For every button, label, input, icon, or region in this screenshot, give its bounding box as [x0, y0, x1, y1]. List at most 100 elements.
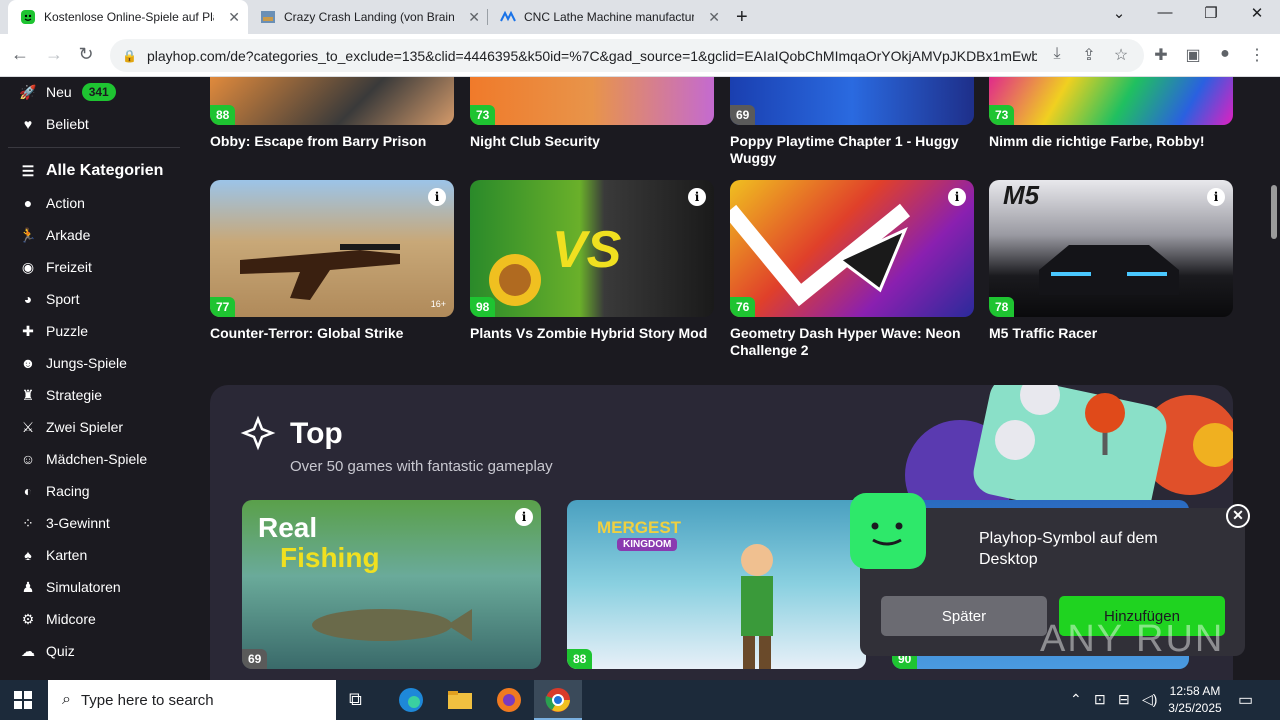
reload-icon[interactable]: ↻: [74, 44, 98, 65]
sidebar-item-quiz[interactable]: ☁ Quiz: [18, 639, 75, 663]
sidebar-item-arkade[interactable]: 🏃 Arkade: [18, 223, 90, 247]
close-tab-icon[interactable]: ✕: [468, 9, 480, 26]
sidebar-item-simulatoren[interactable]: ♟ Simulatoren: [18, 575, 121, 599]
search-placeholder: Type here to search: [80, 691, 214, 709]
extensions-icon[interactable]: ✚: [1150, 45, 1172, 65]
sidebar-item-neu[interactable]: 🚀 Neu 341: [18, 80, 116, 104]
tab-playhop[interactable]: Kostenlose Online-Spiele auf Pla ✕: [8, 0, 248, 34]
sidebar-item-label: Beliebt: [46, 116, 89, 132]
game-title[interactable]: Obby: Escape from Barry Prison: [210, 133, 450, 150]
sidebar-item-strategie[interactable]: ♜ Strategie: [18, 383, 102, 407]
sidebar-item-beliebt[interactable]: ♥ Beliebt: [18, 112, 89, 136]
url-text: playhop.com/de?categories_to_exclude=135…: [146, 47, 1037, 64]
sidebar-item-karten[interactable]: ♠ Karten: [18, 543, 87, 567]
close-popup-button[interactable]: ✕: [1226, 504, 1250, 528]
heart-icon: ♥: [23, 116, 33, 132]
top-game-card[interactable]: Real Fishing i 69: [242, 500, 541, 669]
sidebar-item-puzzle[interactable]: ✚ Puzzle: [18, 319, 88, 343]
game-thumb[interactable]: VS i 98: [470, 180, 714, 317]
tray-app-icon[interactable]: ⊡: [1094, 691, 1106, 708]
game-thumb[interactable]: 73: [470, 77, 714, 125]
minimize-button[interactable]: —: [1142, 4, 1188, 21]
game-thumb[interactable]: 69: [730, 77, 974, 125]
game-thumb[interactable]: M5 i 78: [989, 180, 1233, 317]
game-thumb[interactable]: i 16+ 77: [210, 180, 454, 317]
game-thumb[interactable]: 88: [210, 77, 454, 125]
taskbar-clock[interactable]: 12:58 AM 3/25/2025: [1166, 683, 1224, 717]
info-icon[interactable]: i: [948, 188, 966, 206]
edge-icon[interactable]: [397, 686, 425, 714]
firefox-icon[interactable]: [495, 686, 523, 714]
game-title[interactable]: Counter-Terror: Global Strike: [210, 325, 450, 342]
info-icon[interactable]: i: [688, 188, 706, 206]
elf-character-illustration: [741, 544, 773, 669]
game-title[interactable]: Nimm die richtige Farbe, Robby!: [989, 133, 1229, 150]
bookmark-star-icon[interactable]: ☆: [1110, 45, 1132, 65]
page-scrollbar[interactable]: [1268, 77, 1280, 680]
side-panel-icon[interactable]: ▣: [1182, 45, 1204, 65]
sidebar-item-racing[interactable]: ◐ Racing: [18, 479, 90, 503]
file-explorer-icon[interactable]: [446, 686, 474, 714]
share-icon[interactable]: ⇪: [1078, 45, 1100, 65]
game-title[interactable]: Geometry Dash Hyper Wave: Neon Challenge…: [730, 325, 970, 359]
task-view-icon[interactable]: ⧉: [349, 689, 362, 710]
windows-start-icon[interactable]: [14, 691, 32, 709]
later-button[interactable]: Später: [881, 596, 1047, 636]
install-app-icon[interactable]: ⤓: [1046, 45, 1068, 63]
chrome-taskbar-active[interactable]: [534, 680, 582, 720]
network-icon[interactable]: ⊟: [1118, 691, 1130, 708]
menu-kebab-icon[interactable]: ⋮: [1246, 45, 1268, 65]
rating-badge: 88: [210, 105, 236, 125]
close-tab-icon[interactable]: ✕: [708, 9, 720, 26]
sidebar-item-zwei-spieler[interactable]: ⚔ Zwei Spieler: [18, 415, 123, 439]
game-thumb[interactable]: 73: [989, 77, 1233, 125]
tab-search-icon[interactable]: ⌄: [1096, 4, 1142, 22]
sidebar-item-jungs-spiele[interactable]: ☻ Jungs-Spiele: [18, 351, 127, 375]
sidebar-item-all-categories[interactable]: ☰ Alle Kategorien: [18, 159, 164, 183]
sidebar-item-freizeit[interactable]: ◉ Freizeit: [18, 255, 92, 279]
close-tab-icon[interactable]: ✕: [228, 9, 240, 26]
info-icon[interactable]: i: [1207, 188, 1225, 206]
tab-crazy-crash[interactable]: Crazy Crash Landing (von Brainl ✕: [248, 0, 488, 34]
taskbar-search-box[interactable]: ⌕ Type here to search: [48, 680, 336, 720]
game-thumb[interactable]: i 76: [730, 180, 974, 317]
game-title[interactable]: Poppy Playtime Chapter 1 - Huggy Wuggy: [730, 133, 970, 167]
top-game-card[interactable]: MERGEST KINGDOM 88: [567, 500, 866, 669]
game-title[interactable]: Night Club Security: [470, 133, 710, 150]
game-title[interactable]: M5 Traffic Racer: [989, 325, 1229, 342]
info-icon[interactable]: i: [428, 188, 446, 206]
profile-avatar-icon[interactable]: ●: [1214, 45, 1236, 63]
scrollbar-thumb[interactable]: [1271, 185, 1277, 239]
forward-icon[interactable]: →: [42, 44, 66, 65]
rating-badge: 69: [242, 649, 268, 669]
sidebar-item-3-gewinnt[interactable]: ⁘ 3-Gewinnt: [18, 511, 110, 535]
tray-overflow-icon[interactable]: ⌃: [1070, 691, 1082, 708]
info-icon[interactable]: i: [515, 508, 533, 526]
tab-title: Crazy Crash Landing (von Brainl: [284, 10, 454, 24]
card-title-line1: Real: [258, 512, 318, 543]
sidebar-item-label: Alle Kategorien: [46, 162, 164, 179]
game-title[interactable]: Plants Vs Zombie Hybrid Story Mod: [470, 325, 710, 342]
sidebar-item-label: Quiz: [46, 643, 75, 659]
tab-cnc-lathe[interactable]: CNC Lathe Machine manufactur ✕: [488, 0, 728, 34]
back-icon[interactable]: ←: [8, 44, 32, 65]
rating-badge: 73: [989, 105, 1015, 125]
sidebar-item-action[interactable]: ● Action: [18, 191, 85, 215]
sidebar-item-maedchen-spiele[interactable]: ☺ Mädchen-Spiele: [18, 447, 147, 471]
sidebar-item-midcore[interactable]: ⚙ Midcore: [18, 607, 96, 631]
new-tab-button[interactable]: +: [736, 6, 748, 29]
sidebar-item-label: Puzzle: [46, 323, 89, 339]
sidebar-item-label: Sport: [46, 291, 80, 307]
quiz-bubble-icon: ☁: [21, 642, 35, 659]
lock-icon: 🔒: [122, 48, 137, 63]
rating-badge: 98: [470, 297, 496, 317]
rating-badge: 78: [989, 297, 1015, 317]
close-window-button[interactable]: ✕: [1234, 4, 1280, 22]
sidebar-item-sport[interactable]: ◕ Sport: [18, 287, 80, 311]
steering-wheel-icon: ◐: [23, 483, 33, 499]
restore-button[interactable]: ❐: [1188, 4, 1234, 22]
address-bar[interactable]: 🔒 playhop.com/de?categories_to_exclude=1…: [110, 39, 1144, 72]
volume-icon[interactable]: ◁): [1142, 691, 1157, 708]
sidebar-item-label: Simulatoren: [46, 579, 121, 595]
notifications-icon[interactable]: ▭: [1238, 690, 1253, 710]
